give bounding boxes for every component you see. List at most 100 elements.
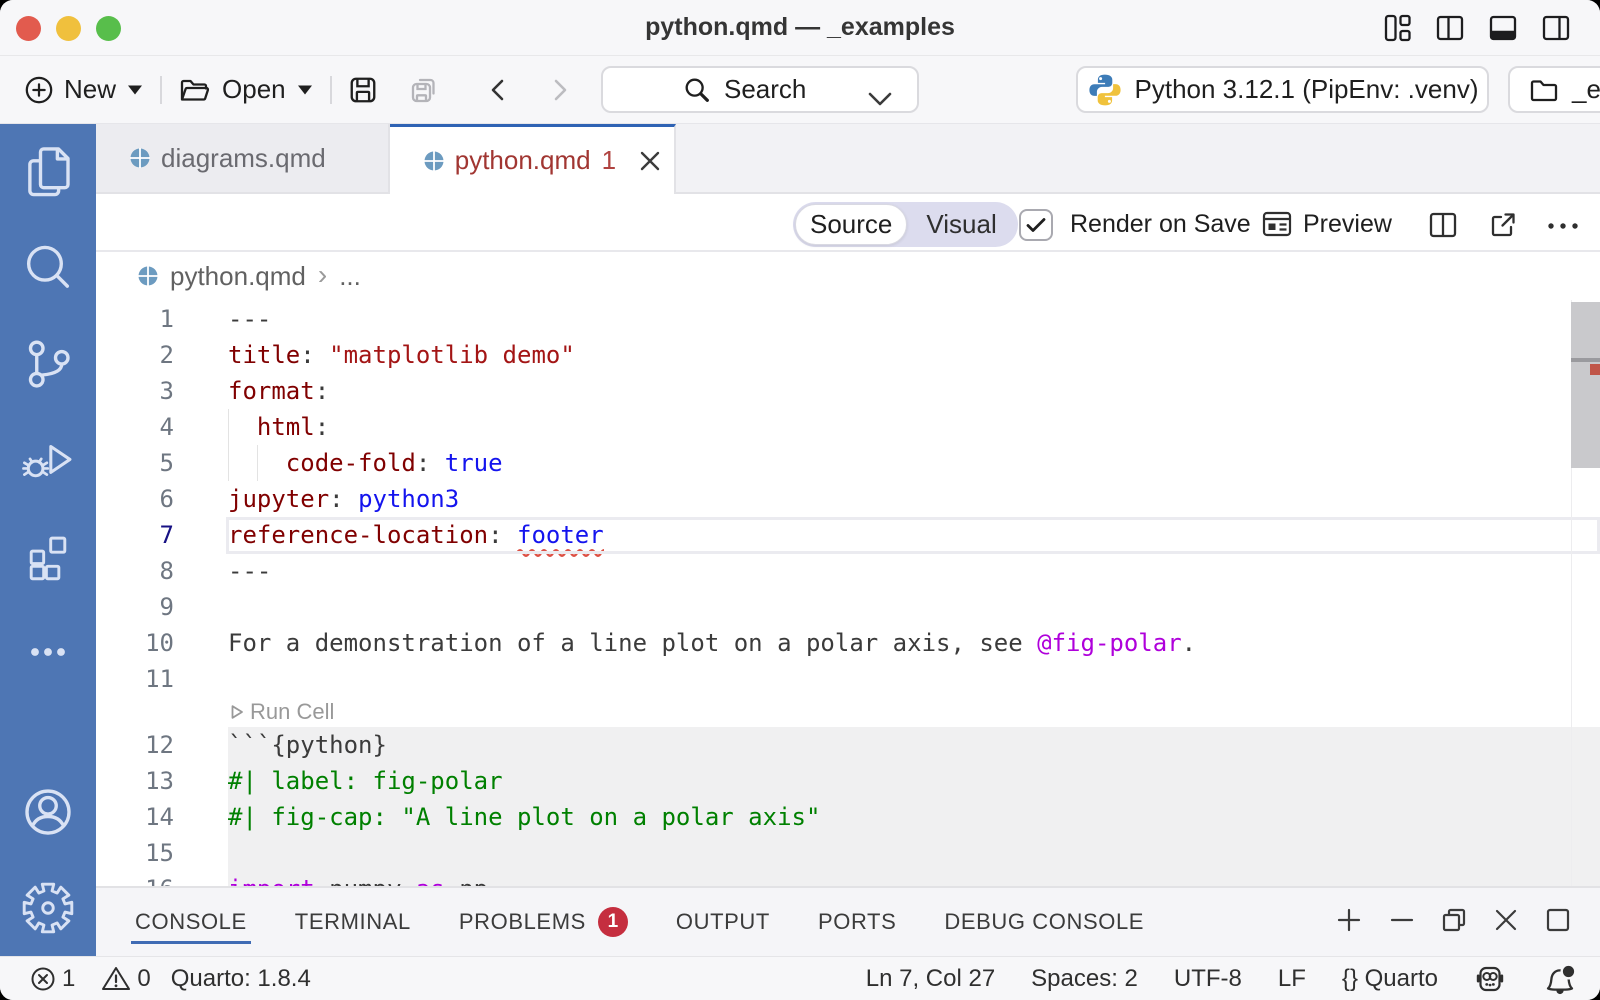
line-number: 9 [96,589,174,625]
code-editor[interactable]: 1---2title: "matplotlib demo"3format:4 h… [96,300,1600,886]
preview-button[interactable]: Preview [1261,208,1392,240]
interpreter-selector[interactable]: Python 3.12.1 (PipEnv: .venv) [1076,66,1489,113]
panel-tab-terminal[interactable]: TERMINAL [295,888,411,956]
language-mode: {} Quarto [1342,965,1438,993]
language-mode-status[interactable]: {} Quarto [1342,965,1438,993]
code-line-11: 11 [96,661,1600,697]
activity-bar-item-account[interactable] [0,764,96,860]
activity-bar-item-extensions[interactable] [0,508,96,604]
panel-action-close-icon[interactable] [1492,906,1520,939]
breadcrumb-file[interactable]: python.qmd [170,261,306,292]
line-number: 1 [96,301,174,337]
breadcrumb-separator: › [318,259,327,291]
panel-action-maximize-panel-icon[interactable] [1440,906,1468,939]
code-line-8: 8--- [96,553,1600,589]
activity-bar-item-source-control[interactable] [0,316,96,412]
panel-tab-console[interactable]: CONSOLE [135,888,247,956]
search-dropdown[interactable] [867,83,893,114]
interpreter-label: Python 3.12.1 (PipEnv: .venv) [1135,74,1479,105]
activity-bar-item-settings[interactable] [0,860,96,956]
current-line-highlight [226,517,1600,554]
save-icon [348,75,378,105]
breadcrumb-symbol[interactable]: ... [339,261,361,292]
workspace-label: _ex [1572,74,1600,105]
line-number: 4 [96,409,174,445]
render-on-save-label: Render on Save [1070,210,1251,239]
activity-bar-item-run-debug[interactable] [0,412,96,508]
back-button[interactable] [486,75,510,105]
tab-python.qmd[interactable]: python.qmd1 [390,124,676,194]
quarto-file-icon [130,148,150,168]
line-number: 15 [96,835,174,871]
folder-icon [1528,75,1560,105]
warning-icon [101,965,131,992]
line-number: 16 [96,871,174,886]
save-all-icon [408,74,440,106]
panel-action-add-icon[interactable] [1334,905,1364,940]
activity-bar-item-more[interactable] [0,604,96,700]
status-right: Ln 7, Col 27 Spaces: 2 UTF-8 LF {} Quarto [866,963,1600,995]
line-number: 7 [96,517,174,553]
forward-button[interactable] [548,75,572,105]
render-on-save-checkbox[interactable] [1019,209,1053,241]
scrollbar-slider[interactable] [1571,302,1600,468]
quarto-version-status[interactable]: Quarto: 1.8.4 [171,965,311,993]
panel-tab-ports[interactable]: PORTS [818,888,896,956]
quarto-file-icon [138,266,158,286]
new-button[interactable]: New [24,74,144,105]
search-box[interactable]: Search [601,66,919,113]
editor-more-actions-button[interactable] [1547,210,1579,247]
indentation: Spaces: 2 [1031,965,1138,993]
status-bar: 10 Quarto: 1.8.4 Ln 7, Col 27 Spaces: 2 UTF-… [0,956,1600,1000]
save-all-button[interactable] [408,74,440,106]
add-icon [1334,905,1364,935]
cursor-position-status[interactable]: Ln 7, Col 27 [866,965,995,993]
open-button[interactable]: Open [178,74,314,105]
customize-layout-button[interactable] [1384,14,1411,42]
panel-action-panel-placeholder-icon[interactable] [1544,906,1572,939]
panel-tab-debug-console[interactable]: DEBUG CONSOLE [944,888,1144,956]
top-action-bar: New Open Search Python 3.12.1 (PipEnv: .ven… [0,56,1600,124]
new-label: New [64,74,116,105]
panel-tab-label: PROBLEMS [459,909,586,935]
notifications-status[interactable] [1542,963,1576,995]
close-tab-button[interactable] [637,148,663,174]
eol-status[interactable]: LF [1278,965,1306,993]
titlebar: python.qmd — _examples [0,0,1600,56]
open-external-button[interactable] [1487,209,1519,246]
warning-count: 0 [137,965,150,993]
breadcrumb: python.qmd ›... [96,252,1600,300]
tab-label: python.qmd [455,145,591,176]
line-number: 5 [96,445,174,481]
activity-bar-item-explorer[interactable] [0,124,96,220]
status-left: 10 Quarto: 1.8.4 [0,965,311,993]
panel-layout-button[interactable] [1489,14,1517,42]
python-logo [1087,72,1123,108]
panel-tab-output[interactable]: OUTPUT [676,888,770,956]
panel-action-minimize-icon[interactable] [1388,906,1416,939]
problems-status[interactable]: 10 [30,965,151,993]
split-editor-layout-button[interactable] [1436,14,1464,42]
panel-tab-problems[interactable]: PROBLEMS1 [459,888,628,956]
toolbar-divider [160,76,162,104]
search-icon [682,75,712,105]
line-number: 11 [96,661,174,697]
panel-actions [1334,905,1600,940]
assistant-status[interactable] [1474,964,1506,994]
indentation-status[interactable]: Spaces: 2 [1031,965,1138,993]
run-cell-lens[interactable]: Run Cell [229,697,334,727]
split-editor-layout-icon [1436,14,1464,42]
source-mode-button[interactable]: Source [795,204,907,245]
tab-diagrams.qmd[interactable]: diagrams.qmd [96,124,390,192]
encoding-status[interactable]: UTF-8 [1174,965,1242,993]
line-number: 13 [96,763,174,799]
split-editor-button[interactable] [1427,209,1459,246]
panel-tabs: CONSOLE TERMINAL PROBLEMS1 OUTPUT PORTS DEBUG… [96,888,1192,956]
secondary-sidebar-layout-icon [1542,14,1570,42]
visual-mode-button[interactable]: Visual [907,204,1015,245]
secondary-sidebar-layout-button[interactable] [1542,14,1570,42]
save-button[interactable] [348,75,378,105]
workspace-button[interactable]: _ex [1508,66,1600,113]
toolbar-divider [330,76,332,104]
activity-bar-item-search[interactable] [0,220,96,316]
